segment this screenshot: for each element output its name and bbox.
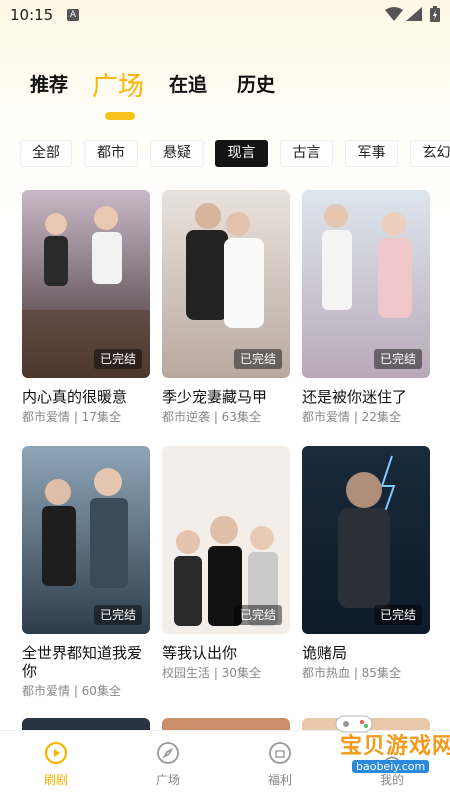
- completed-badge: 已完结: [93, 349, 142, 369]
- drama-meta: 都市爱情 | 17集全: [22, 410, 121, 424]
- drama-card[interactable]: 已完结 季少宠妻藏马甲 都市逆袭 | 63集全: [162, 190, 290, 425]
- tab-active-indicator: [105, 112, 135, 120]
- chip-modern-romance[interactable]: 现言: [215, 140, 268, 167]
- drama-title[interactable]: 季少宠妻藏马甲: [162, 388, 290, 406]
- drama-poster[interactable]: 已完结: [22, 190, 150, 378]
- drama-poster[interactable]: 已完结: [22, 446, 150, 634]
- nav-item-benefits[interactable]: 福利: [250, 741, 310, 788]
- nav-item-plaza[interactable]: 广场: [138, 741, 198, 788]
- nav-label: 刷剧: [43, 773, 68, 787]
- site-watermark: 宝贝游戏网 baobeiy.com: [330, 712, 450, 782]
- tab-recommend[interactable]: 推荐: [30, 70, 68, 97]
- drama-poster[interactable]: 已完结: [302, 446, 430, 634]
- nav-item-watch[interactable]: 刷剧: [26, 741, 86, 788]
- drama-card[interactable]: 已完结 全世界都知道我爱你 都市爱情 | 60集全: [22, 446, 150, 699]
- chip-military[interactable]: 军事: [345, 140, 398, 167]
- drama-meta: 校园生活 | 30集全: [162, 666, 261, 680]
- nav-label: 福利: [267, 773, 292, 787]
- chip-ancient-romance[interactable]: 古言: [280, 140, 333, 167]
- battery-icon: [430, 6, 440, 22]
- drama-title[interactable]: 诡赌局: [302, 644, 430, 662]
- drama-poster[interactable]: 已完结: [162, 446, 290, 634]
- drama-title[interactable]: 全世界都知道我爱你: [22, 644, 150, 680]
- drama-title[interactable]: 内心真的很暖意: [22, 388, 150, 406]
- notification-icon: A: [67, 9, 79, 21]
- nav-label: 广场: [155, 773, 180, 787]
- tab-following[interactable]: 在追: [169, 70, 207, 97]
- drama-card[interactable]: 已完结 等我认出你 校园生活 | 30集全: [162, 446, 290, 681]
- chip-suspense[interactable]: 悬疑: [150, 140, 204, 167]
- drama-title[interactable]: 还是被你迷住了: [302, 388, 430, 406]
- status-bar: 10:15 A: [0, 0, 450, 30]
- tab-plaza[interactable]: 广场: [92, 66, 144, 103]
- completed-badge: 已完结: [233, 605, 282, 625]
- drama-meta: 都市热血 | 85集全: [302, 666, 401, 680]
- drama-poster[interactable]: 已完结: [162, 190, 290, 378]
- drama-poster[interactable]: 已完结: [302, 190, 430, 378]
- drama-meta: 都市爱情 | 22集全: [302, 410, 401, 424]
- compass-icon: [157, 742, 179, 764]
- completed-badge: 已完结: [233, 349, 282, 369]
- completed-badge: 已完结: [373, 605, 422, 625]
- drama-poster-partial[interactable]: [162, 718, 290, 730]
- drama-poster-partial[interactable]: [22, 718, 150, 730]
- status-time: 10:15: [10, 6, 54, 24]
- category-chips: 全部 都市 悬疑 现言 古言 军事 玄幻: [20, 140, 450, 168]
- completed-badge: 已完结: [373, 349, 422, 369]
- wifi-icon: [385, 7, 403, 21]
- watermark-url: baobeiy.com: [352, 760, 430, 773]
- drama-meta: 都市爱情 | 60集全: [22, 684, 121, 698]
- watermark-text: 宝贝游戏网: [340, 734, 450, 759]
- gift-icon: [269, 742, 291, 764]
- play-circle-icon: [44, 741, 68, 765]
- chip-city[interactable]: 都市: [84, 140, 138, 167]
- completed-badge: 已完结: [93, 605, 142, 625]
- drama-title[interactable]: 等我认出你: [162, 644, 290, 662]
- drama-card[interactable]: 已完结 还是被你迷住了 都市爱情 | 22集全: [302, 190, 430, 425]
- signal-icon: [406, 7, 422, 21]
- tab-history[interactable]: 历史: [237, 70, 275, 97]
- drama-card[interactable]: 已完结 内心真的很暖意 都市爱情 | 17集全: [22, 190, 150, 425]
- drama-card[interactable]: 已完结 诡赌局 都市热血 | 85集全: [302, 446, 430, 681]
- chip-fantasy[interactable]: 玄幻: [410, 140, 450, 167]
- drama-meta: 都市逆袭 | 63集全: [162, 410, 261, 424]
- chip-all[interactable]: 全部: [20, 140, 72, 167]
